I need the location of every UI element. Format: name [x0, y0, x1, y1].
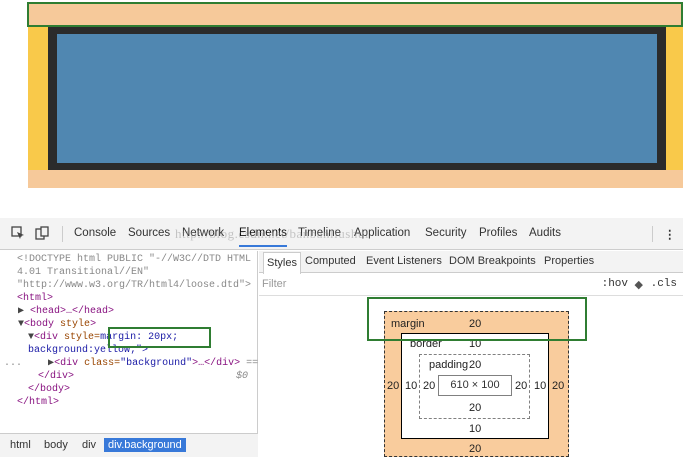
breadcrumb-html[interactable]: html: [6, 438, 35, 452]
body-style-attr: style: [60, 319, 91, 330]
bg-div-class-attr: class=: [84, 358, 121, 369]
margin-right-value[interactable]: 20: [552, 380, 564, 392]
annotation-outline-margin: [27, 2, 683, 27]
box-model-content[interactable]: 610 × 100: [438, 375, 512, 396]
tab-security[interactable]: Security: [425, 227, 467, 239]
doctype-line-3: "http://www.w3.org/TR/html4/loose.dtd">: [17, 280, 252, 291]
breadcrumb-div[interactable]: div: [78, 438, 100, 452]
bg-div-rest: >…</div>: [192, 358, 241, 369]
margin-left-value[interactable]: 20: [387, 380, 399, 392]
bg-div-tag: <div: [54, 358, 79, 369]
annotation-outline-box-model: [367, 297, 587, 341]
dollar-eq-marker: ==: [246, 358, 259, 369]
border-bottom-value[interactable]: 10: [469, 423, 481, 435]
body-close-tag: </body>: [28, 384, 71, 395]
watermark-text: http://blog.csdn.net/banbanliushui: [175, 226, 369, 241]
tab-console[interactable]: Console: [74, 227, 116, 239]
tab-audits[interactable]: Audits: [529, 227, 561, 239]
html-close-tag: </html>: [17, 397, 60, 408]
div-style-attr: style=: [64, 332, 101, 343]
subtab-dom-breakpoints[interactable]: DOM Breakpoints: [449, 255, 536, 267]
dollar-zero-marker: $0: [236, 371, 249, 382]
inspect-element-icon[interactable]: [10, 226, 26, 242]
border-right-value[interactable]: 10: [534, 380, 546, 392]
body-node[interactable]: ▼<body style>: [18, 318, 96, 332]
div-tag: <div: [34, 332, 59, 343]
annotation-outline-margin-attr: [108, 327, 211, 348]
styles-filter-row: Filter :hov ◆ .cls: [259, 274, 683, 296]
padding-right-value[interactable]: 20: [515, 380, 527, 392]
breadcrumb-div-background[interactable]: div.background: [104, 438, 186, 452]
breadcrumb: html body div div.background: [0, 433, 258, 457]
background-div-node[interactable]: ... ▶<div class="background">…</div> ==: [4, 357, 258, 371]
subtab-properties[interactable]: Properties: [544, 255, 594, 267]
subtab-computed[interactable]: Computed: [305, 255, 356, 267]
breadcrumb-body[interactable]: body: [40, 438, 72, 452]
subtab-styles[interactable]: Styles: [263, 252, 301, 274]
expand-triangle-icon[interactable]: ▶: [18, 306, 24, 317]
styles-filter-input[interactable]: Filter: [262, 278, 286, 290]
tab-sources[interactable]: Sources: [128, 227, 170, 239]
hover-state-toggle[interactable]: :hov: [602, 278, 628, 290]
toolbar-separator: [652, 226, 653, 242]
margin-highlight-bottom: [28, 170, 683, 188]
subtab-event-listeners[interactable]: Event Listeners: [366, 255, 442, 267]
margin-bottom-value[interactable]: 20: [469, 443, 481, 455]
padding-left-value[interactable]: 20: [423, 380, 435, 392]
padding-label: padding: [429, 359, 469, 371]
doctype-line-1: <!DOCTYPE html PUBLIC "-//W3C//DTD HTML: [17, 254, 252, 265]
bg-div-class-value: "background": [120, 358, 193, 369]
ellipsis-gutter: ...: [4, 358, 23, 369]
class-toggle[interactable]: .cls: [651, 278, 677, 290]
padding-bottom-value[interactable]: 20: [469, 402, 481, 414]
new-style-rule-icon[interactable]: ◆: [635, 278, 643, 291]
tab-profiles[interactable]: Profiles: [479, 227, 517, 239]
body-tag: <body: [24, 319, 55, 330]
styles-subtabs: Styles Computed Event Listeners DOM Brea…: [259, 251, 683, 274]
body-tag-close: >: [90, 319, 97, 330]
doctype-line-2: 4.01 Transitional//EN": [17, 267, 150, 278]
head-node[interactable]: ▶ <head>…</head>: [18, 305, 114, 319]
head-tag: <head>…</head>: [30, 306, 115, 317]
html-open-tag[interactable]: <html>: [17, 292, 53, 306]
toolbar-separator: [62, 226, 63, 242]
device-mode-icon[interactable]: [34, 226, 50, 242]
background-div-content: [57, 34, 657, 163]
div-close-tag: </div>: [38, 371, 75, 382]
border-left-value[interactable]: 10: [405, 380, 417, 392]
padding-top-value[interactable]: 20: [469, 359, 481, 371]
more-menu-icon[interactable]: ⋮: [664, 227, 676, 241]
